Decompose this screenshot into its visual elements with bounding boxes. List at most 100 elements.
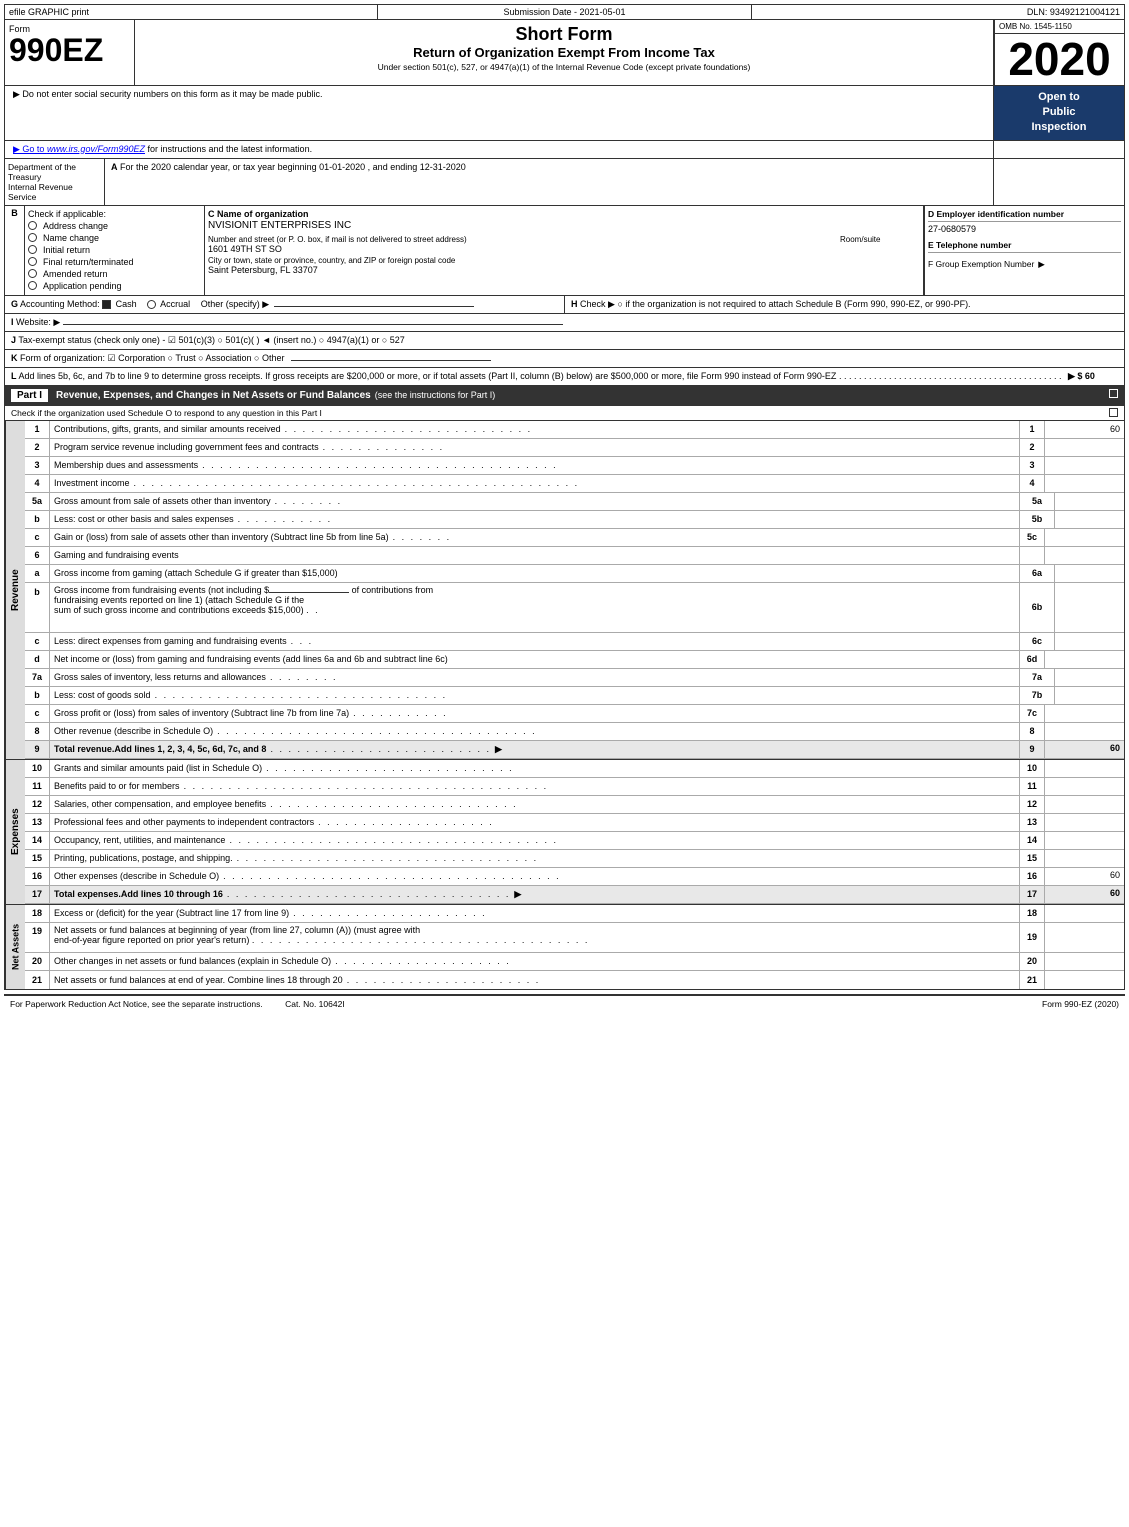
- g-h-row: G Accounting Method: Cash Accrual Other …: [4, 296, 1125, 314]
- row-5c-desc: Gain or (loss) from sale of assets other…: [50, 529, 1019, 546]
- footer-form-label: Form 990-EZ (2020): [1042, 999, 1119, 1009]
- initial-return-radio[interactable]: [28, 245, 37, 254]
- cash-checkbox[interactable]: [102, 300, 111, 309]
- row-18: 18 Excess or (deficit) for the year (Sub…: [25, 905, 1124, 923]
- row-12-num: 12: [25, 796, 50, 813]
- row-4-desc: Investment income . . . . . . . . . . . …: [50, 475, 1019, 492]
- f-arrow: ▶: [1038, 259, 1045, 270]
- row-17-num: 17: [25, 886, 50, 903]
- row-20-desc: Other changes in net assets or fund bala…: [50, 953, 1019, 970]
- row-17-line: 17: [1019, 886, 1044, 903]
- h-text: Check ▶ ○ if the organization is not req…: [580, 299, 971, 309]
- row-4-value: [1044, 475, 1124, 492]
- cash-label: Cash: [116, 299, 137, 309]
- dept-sub1: Internal Revenue: [8, 182, 73, 192]
- row-12-desc: Salaries, other compensation, and employ…: [50, 796, 1019, 813]
- row-7a-desc: Gross sales of inventory, less returns a…: [50, 669, 1019, 686]
- row-6c-desc: Less: direct expenses from gaming and fu…: [50, 633, 1019, 650]
- year: 2020: [995, 34, 1124, 85]
- row-6a-sub-value: [1054, 565, 1124, 582]
- top-bar: efile GRAPHIC print Submission Date - 20…: [4, 4, 1125, 20]
- row-16-num: 16: [25, 868, 50, 885]
- address-block: Number and street (or P. O. box, if mail…: [208, 235, 836, 254]
- schedule-o-text: Check if the organization used Schedule …: [11, 408, 322, 418]
- amended-return-label: Amended return: [43, 269, 108, 279]
- e-label: E Telephone number: [928, 240, 1121, 253]
- schedule-o-box[interactable]: [1109, 408, 1118, 417]
- row-7b: b Less: cost of goods sold . . . . . . .…: [25, 687, 1124, 705]
- notice2-suffix: for instructions and the latest informat…: [147, 144, 312, 154]
- part1-title: Revenue, Expenses, and Changes in Net As…: [56, 390, 371, 401]
- row-6d-value: [1044, 651, 1124, 668]
- address-value: 1601 49TH ST SO: [208, 244, 836, 254]
- k-text: Form of organization: ☑ Corporation ○ Tr…: [20, 353, 285, 363]
- k-label: K: [11, 353, 18, 363]
- final-return-radio[interactable]: [28, 257, 37, 266]
- row-6a-desc: Gross income from gaming (attach Schedul…: [50, 565, 1019, 582]
- row-21-num: 21: [25, 971, 50, 989]
- row-19-desc: Net assets or fund balances at beginning…: [50, 923, 1019, 952]
- c-label: C Name of organization: [208, 209, 920, 219]
- row-3-num: 3: [25, 457, 50, 474]
- row-13-desc: Professional fees and other payments to …: [50, 814, 1019, 831]
- other-input-line[interactable]: [274, 306, 474, 307]
- row-5a-desc: Gross amount from sale of assets other t…: [50, 493, 1019, 510]
- row-13-num: 13: [25, 814, 50, 831]
- net-assets-rows: 18 Excess or (deficit) for the year (Sub…: [25, 905, 1124, 989]
- accrual-radio[interactable]: [147, 300, 156, 309]
- name-change-radio[interactable]: [28, 233, 37, 242]
- schedule-o-checkbox[interactable]: [1109, 389, 1118, 398]
- efile-text: efile GRAPHIC print: [9, 7, 89, 17]
- app-pending-radio[interactable]: [28, 281, 37, 290]
- row-15-desc: Printing, publications, postage, and shi…: [50, 850, 1019, 867]
- row-14-value: [1044, 832, 1124, 849]
- section-a-text: For the 2020 calendar year, or tax year …: [120, 162, 466, 172]
- row-4-num: 4: [25, 475, 50, 492]
- section-j-row: J Tax-exempt status (check only one) - ☑…: [4, 332, 1125, 350]
- row-7c-num: c: [25, 705, 50, 722]
- section-d-e-f-block: D Employer identification number 27-0680…: [924, 206, 1124, 295]
- row-5b-sublabel: 5b: [1019, 511, 1054, 528]
- row-1-desc: Contributions, gifts, grants, and simila…: [50, 421, 1019, 438]
- row-9-value: 60: [1044, 741, 1124, 758]
- part1-checkbox[interactable]: [1109, 389, 1118, 401]
- row-7c-desc: Gross profit or (loss) from sales of inv…: [50, 705, 1019, 722]
- year-omb-block: OMB No. 1545-1150 2020: [994, 20, 1124, 85]
- section-h: H Check ▶ ○ if the organization is not r…: [565, 296, 1124, 313]
- row-3-dots: . . . . . . . . . . . . . . . . . . . . …: [202, 460, 558, 470]
- row-11: 11 Benefits paid to or for members . . .…: [25, 778, 1124, 796]
- other-label: Other (specify) ▶: [201, 299, 269, 309]
- row-4-dots: . . . . . . . . . . . . . . . . . . . . …: [134, 478, 580, 488]
- amended-return-radio[interactable]: [28, 269, 37, 278]
- row-16-line: 16: [1019, 868, 1044, 885]
- row-18-value: [1044, 905, 1124, 922]
- row-6c: c Less: direct expenses from gaming and …: [25, 633, 1124, 651]
- submission-text: Submission Date - 2021-05-01: [503, 7, 625, 17]
- f-label: F Group Exemption Number: [928, 259, 1034, 270]
- row-6b-sub-value: [1054, 583, 1124, 632]
- row-17-desc: Total expenses. Add lines 10 through 16 …: [50, 886, 1019, 903]
- row-11-desc: Benefits paid to or for members . . . . …: [50, 778, 1019, 795]
- other-org-input[interactable]: [291, 360, 491, 361]
- website-input[interactable]: [63, 324, 563, 325]
- revenue-section: Revenue 1 Contributions, gifts, grants, …: [4, 421, 1125, 760]
- row-8: 8 Other revenue (describe in Schedule O)…: [25, 723, 1124, 741]
- short-form-title: Short Form: [139, 24, 989, 45]
- row-14-num: 14: [25, 832, 50, 849]
- amended-return-row: Amended return: [28, 268, 201, 280]
- address-change-label: Address change: [43, 221, 108, 231]
- row-6a-num: a: [25, 565, 50, 582]
- row-20-num: 20: [25, 953, 50, 970]
- row-10-num: 10: [25, 760, 50, 777]
- row-6c-sublabel: 6c: [1019, 633, 1054, 650]
- notice2-link: ▶ Go to www.irs.gov/Form990EZ: [13, 144, 145, 154]
- footer-cat: Cat. No. 10642I: [285, 999, 345, 1009]
- row-7c-value: [1044, 705, 1124, 722]
- row-21-value: [1044, 971, 1124, 989]
- row-19-line: 19: [1019, 923, 1044, 952]
- dln: DLN: 93492121004121: [752, 5, 1124, 19]
- row-1: 1 Contributions, gifts, grants, and simi…: [25, 421, 1124, 439]
- address-change-radio[interactable]: [28, 221, 37, 230]
- row-2-line: 2: [1019, 439, 1044, 456]
- addr-label: Number and street (or P. O. box, if mail…: [208, 235, 836, 244]
